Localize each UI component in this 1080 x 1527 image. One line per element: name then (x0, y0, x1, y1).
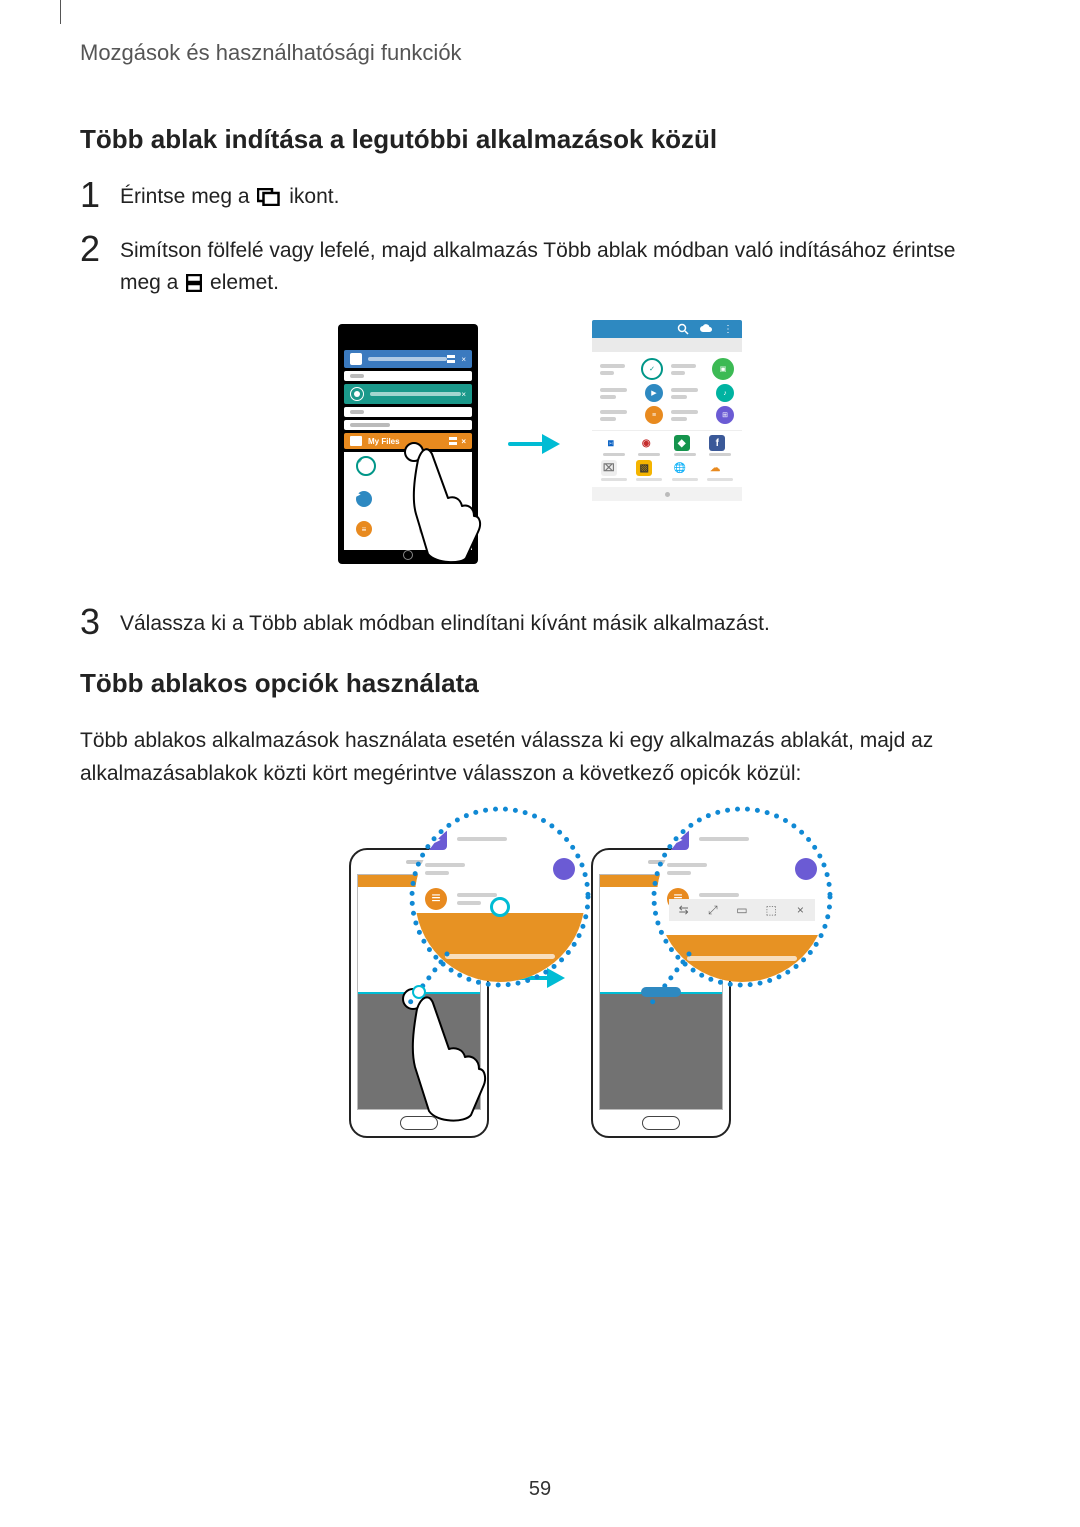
panel-appbar: ⋮ (592, 320, 742, 338)
step1-text: Érintse meg a ikont. (120, 181, 1000, 213)
multiwindow-icon (186, 274, 202, 292)
zoom-lens-right: ▶ ≡ ⇆ ⤢ ▭ ⬚ × (647, 802, 837, 992)
recents-card-settings: × (344, 384, 472, 404)
svc-gallery: ▧ (636, 460, 662, 481)
step-2: 2 Simítson fölfelé vagy lefelé, majd alk… (80, 235, 1000, 298)
figure2-left: ▶ ≡ (349, 818, 489, 1138)
recents-card-myfiles: My Files × (344, 433, 472, 449)
step-1: 1 Érintse meg a ikont. (80, 181, 1000, 213)
panel-cell-recent: ✓ (600, 358, 663, 380)
recents-card-line2 (344, 420, 472, 430)
option-maximize-icon: ⬚ (763, 904, 779, 916)
figure2: ▶ ≡ (80, 818, 1000, 1138)
recents-stack: × × My Files (344, 350, 472, 550)
recents-myfiles-body: ✓ ▶ ≡ (344, 452, 472, 550)
option-minimize-icon: ▭ (734, 904, 750, 916)
option-drag-icon: ⤢ (705, 904, 721, 916)
step1-pre: Érintse meg a (120, 185, 255, 208)
page-header: Mozgások és használhatósági funkciók (80, 40, 1000, 66)
recents-myfiles-label: My Files (368, 437, 400, 446)
steps-list-cont: 3 Válassza ki a Több ablak módban elindí… (80, 608, 1000, 640)
multiwindow-handle-icon (412, 985, 426, 999)
arrow-icon (508, 430, 562, 458)
panel-cell-documents: ≡ (600, 406, 663, 424)
top-rule (60, 0, 61, 24)
svc-drive: ◆ (674, 435, 696, 456)
figure1-phone: × × My Files (338, 324, 478, 564)
step2-text: Simítson fölfelé vagy lefelé, majd alkal… (120, 235, 1000, 298)
option-close-icon: × (792, 904, 808, 916)
recent-apps-icon (257, 188, 281, 206)
panel-cell-downloaded: ⊞ (671, 406, 734, 424)
recents-card-line1 (344, 407, 472, 417)
svc-facebook: f (709, 435, 731, 456)
panel-cell-audio: ♪ (671, 384, 734, 402)
section1-title: Több ablak indítása a legutóbbi alkalmaz… (80, 124, 1000, 155)
multiwindow-optionbar-icon (641, 987, 681, 997)
step-num-3: 3 (80, 604, 120, 640)
cloud-icon (699, 324, 713, 334)
panel-services: ⧈ ◉ ◆ f ⌧ ▧ 🌐 ☁ (592, 430, 742, 487)
step2-post: elemet. (210, 271, 279, 294)
svc-store: ◉ (638, 435, 660, 456)
search-icon (677, 323, 689, 335)
zoom-lens-left: ▶ ≡ (405, 802, 595, 992)
svc-cloud: ☁ (707, 460, 733, 481)
section2-title: Több ablakos opciók használata (80, 668, 1000, 699)
recents-card-app1: × (344, 350, 472, 368)
page-number: 59 (0, 1478, 1080, 1501)
svc-web: 🌐 (672, 460, 698, 481)
svc-dropbox: ⧈ (603, 435, 625, 456)
figure1-panel: ⋮ ✓ ▣ ▶ ♪ ≡ ⊞ ⧈ ◉ ◆ f ⌧ ▧ 🌐 ☁ (592, 320, 742, 568)
svc-device: ⌧ (601, 460, 627, 481)
multiwindow-options-bar: ⇆ ⤢ ▭ ⬚ × (669, 899, 815, 921)
step-num-1: 1 (80, 177, 120, 213)
step-num-2: 2 (80, 231, 120, 267)
panel-subheader (592, 338, 742, 352)
panel-footer (592, 487, 742, 501)
step3-text: Válassza ki a Több ablak módban elindíta… (120, 608, 1000, 640)
option-swap-icon: ⇆ (676, 904, 692, 916)
zoom-handle-icon (490, 897, 510, 917)
panel-cell-images: ▣ (671, 358, 734, 380)
more-icon: ⋮ (723, 324, 734, 335)
recents-card-quick (344, 371, 472, 381)
section2-paragraph: Több ablakos alkalmazások használata ese… (80, 725, 1000, 790)
panel-grid: ✓ ▣ ▶ ♪ ≡ ⊞ (592, 352, 742, 430)
step1-post: ikont. (289, 185, 339, 208)
panel-cell-videos: ▶ (600, 384, 663, 402)
phone-home-dot (403, 550, 413, 560)
steps-list: 1 Érintse meg a ikont. 2 Simítson fölfel… (80, 181, 1000, 298)
figure2-right: ▶ ≡ ⇆ ⤢ ▭ ⬚ × (591, 818, 731, 1138)
manual-page: Mozgások és használhatósági funkciók Töb… (0, 0, 1080, 1527)
figure1: × × My Files (80, 320, 1000, 568)
step-3: 3 Válassza ki a Több ablak módban elindí… (80, 608, 1000, 640)
